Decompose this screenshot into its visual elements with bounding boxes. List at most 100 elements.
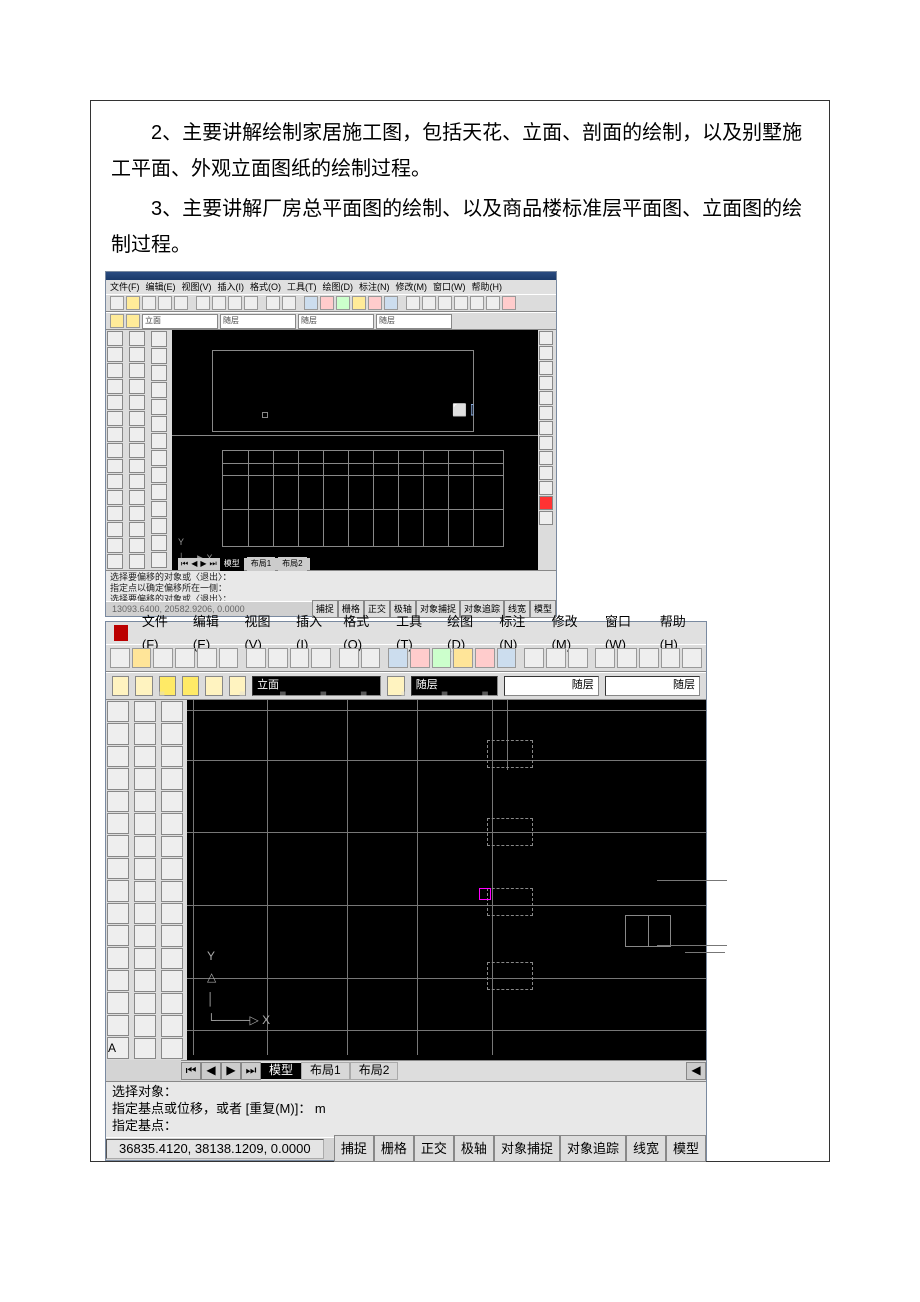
tab-layout1[interactable]: 布局1	[247, 557, 275, 571]
paste-icon[interactable]	[228, 296, 242, 310]
zoom-out-icon[interactable]	[682, 648, 702, 668]
menu-view[interactable]: 视图(V)	[182, 279, 212, 295]
hatch-icon[interactable]	[107, 992, 129, 1013]
menu-edit[interactable]: 编辑(E)	[146, 279, 176, 295]
dim-ord-icon[interactable]	[161, 768, 183, 789]
color-dropdown[interactable]: 随层	[376, 314, 452, 329]
pan-icon[interactable]	[568, 648, 588, 668]
copy-icon[interactable]	[268, 648, 288, 668]
mirror-icon[interactable]	[129, 363, 145, 378]
nav-next-icon[interactable]: ▶	[221, 1062, 241, 1080]
layerprev-icon[interactable]	[135, 676, 152, 696]
stat-snap[interactable]: 捕捉	[334, 1135, 374, 1162]
rotate-icon[interactable]	[129, 427, 145, 442]
region-icon[interactable]	[107, 538, 123, 553]
layer-current-dropdown[interactable]: 立面	[252, 676, 381, 696]
pal-icon[interactable]	[336, 296, 350, 310]
spline-icon[interactable]	[107, 459, 123, 474]
pal-k-icon[interactable]	[539, 481, 553, 495]
erase-icon[interactable]	[134, 701, 156, 722]
tab-model[interactable]: 模型	[261, 1063, 301, 1079]
menu-dim[interactable]: 标注(N)	[359, 279, 390, 295]
freeze-icon[interactable]	[126, 314, 140, 328]
tab-model[interactable]: 模型	[220, 557, 244, 571]
new-icon[interactable]	[110, 648, 130, 668]
move-icon[interactable]	[134, 813, 156, 834]
dc-icon[interactable]	[388, 648, 408, 668]
chamfer-icon[interactable]	[129, 522, 145, 537]
pal2-icon[interactable]	[453, 648, 473, 668]
command-window[interactable]: 选择对象： 指定基点或位移，或者 [重复(M)]： m 指定基点：	[106, 1081, 706, 1137]
offset-icon[interactable]	[134, 768, 156, 789]
lineweight-dropdown[interactable]: 随层	[605, 676, 700, 696]
pal-icon[interactable]	[432, 648, 452, 668]
drawing-canvas[interactable]: Y△│└────▷ X	[187, 700, 706, 1060]
dim-leader-icon[interactable]	[161, 948, 183, 969]
menu-draw[interactable]: 绘图(D)	[323, 279, 354, 295]
stretch-icon[interactable]	[134, 881, 156, 902]
dim-linear-icon[interactable]	[151, 331, 167, 347]
dim-jog-icon[interactable]	[161, 813, 183, 834]
tab-layout2[interactable]: 布局2	[350, 1062, 399, 1080]
point-icon[interactable]	[107, 970, 129, 991]
command-window[interactable]: 选择要偏移的对象或〈退出〉： 指定点以确定偏移所在一侧： 选择要偏移的对象或〈退…	[106, 570, 556, 601]
dim-ctr-icon[interactable]	[161, 993, 183, 1014]
zoomw-icon[interactable]	[617, 648, 637, 668]
block-icon[interactable]	[107, 490, 123, 505]
erase-icon[interactable]	[129, 331, 145, 346]
point-icon[interactable]	[107, 506, 123, 521]
circle-icon[interactable]	[107, 835, 129, 856]
arc-icon[interactable]	[107, 813, 129, 834]
dim-rad-icon[interactable]	[151, 382, 167, 398]
region-icon[interactable]	[107, 1015, 129, 1036]
dist-icon[interactable]	[406, 296, 420, 310]
fillet-icon[interactable]	[129, 538, 145, 553]
mkblock-icon[interactable]	[107, 947, 129, 968]
sun-icon[interactable]	[159, 676, 176, 696]
undo-icon[interactable]	[339, 648, 359, 668]
pal-g-icon[interactable]	[539, 421, 553, 435]
dim-center-icon[interactable]	[151, 518, 167, 534]
pal2-icon[interactable]	[352, 296, 366, 310]
pal-b-icon[interactable]	[539, 346, 553, 360]
dim-cont-icon[interactable]	[151, 467, 167, 483]
help-icon[interactable]	[502, 296, 516, 310]
array-icon[interactable]	[129, 395, 145, 410]
layerstate-icon[interactable]	[387, 676, 404, 696]
preview-icon[interactable]	[174, 296, 188, 310]
linetype-dropdown[interactable]: 随层	[504, 676, 599, 696]
spline-icon[interactable]	[107, 880, 129, 901]
ellipse-icon[interactable]	[107, 903, 129, 924]
dim-ang-icon[interactable]	[161, 858, 183, 879]
dim-update-icon[interactable]	[151, 552, 167, 568]
color-dropdown[interactable]: 随层	[411, 676, 498, 696]
dim-linear-icon[interactable]	[161, 701, 183, 722]
copy-obj-icon[interactable]	[129, 347, 145, 362]
dim-arc-icon[interactable]	[161, 746, 183, 767]
copy-obj-icon[interactable]	[134, 723, 156, 744]
sun2-icon[interactable]	[182, 676, 199, 696]
pal-d-icon[interactable]	[539, 376, 553, 390]
pal-i-icon[interactable]	[539, 451, 553, 465]
dim-ang-icon[interactable]	[151, 416, 167, 432]
props-icon[interactable]	[320, 296, 334, 310]
break-icon[interactable]	[129, 506, 145, 521]
layer-off-icon[interactable]	[205, 676, 222, 696]
zoomr-icon[interactable]	[595, 648, 615, 668]
dim-base-icon[interactable]	[161, 903, 183, 924]
tab-layout2[interactable]: 布局2	[278, 557, 306, 571]
pline-icon[interactable]	[107, 363, 123, 378]
text-icon[interactable]: A	[107, 1037, 129, 1059]
insblock-icon[interactable]	[107, 925, 129, 946]
layers-icon[interactable]	[110, 314, 124, 328]
extend-icon[interactable]	[129, 490, 145, 505]
cut-icon[interactable]	[196, 296, 210, 310]
rect-icon[interactable]	[107, 791, 129, 812]
pal4-icon[interactable]	[497, 648, 517, 668]
nav-first-icon[interactable]: ⏮	[181, 557, 188, 571]
redo-icon[interactable]	[282, 296, 296, 310]
dim-qdim-icon[interactable]	[161, 881, 183, 902]
copy-icon[interactable]	[212, 296, 226, 310]
trim-icon[interactable]	[134, 903, 156, 924]
mirror-icon[interactable]	[134, 746, 156, 767]
